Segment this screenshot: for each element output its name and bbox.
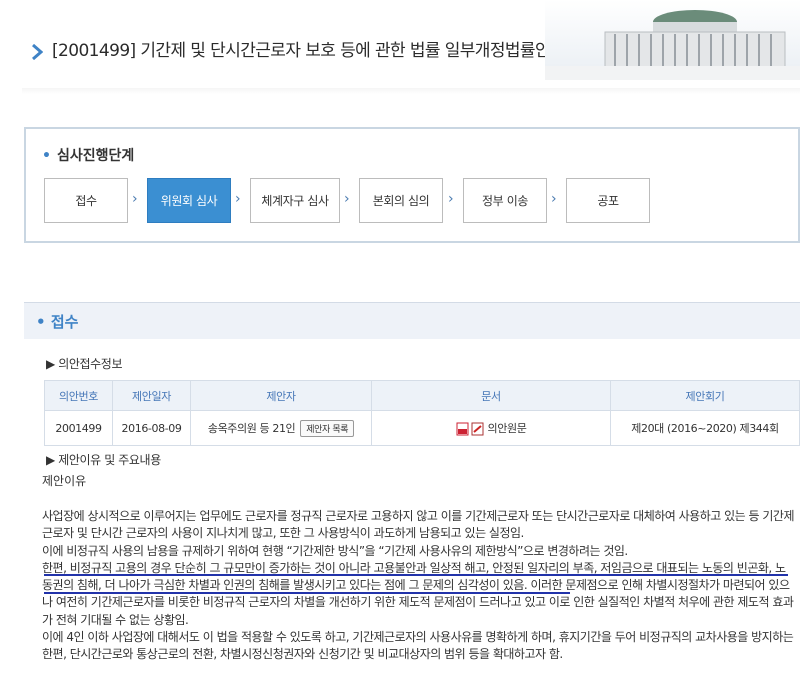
bill-info-table: 의안번호 제안일자 제안자 문서 제안회기 2001499 2016-08-09… [44, 380, 800, 446]
bullet-icon: • [42, 148, 51, 164]
column-header: 의안번호 [44, 380, 113, 411]
step-label: 위원회 심사 [160, 194, 218, 208]
proposer-name: 송옥주의원 등 21인 [207, 421, 296, 435]
step-plenary[interactable]: 본회의 심의 [359, 178, 443, 223]
table-header-row: 의안번호 제안일자 제안자 문서 제안회기 [44, 380, 800, 411]
paragraph: 한편, 비정규직 고용의 경우 단순히 그 규모만이 증가하는 것이 아니라 고… [42, 560, 794, 627]
receipt-section-title: • 접수 [36, 311, 78, 332]
paragraph: 이에 4인 이하 사업장에 대해서도 이 법을 적용할 수 있도록 하고, 기간… [42, 630, 794, 662]
steps-title-text: 심사진행단계 [56, 148, 135, 164]
column-header: 문서 [371, 380, 611, 411]
chevron-right-icon [32, 44, 43, 60]
bill-original-link[interactable]: 의안원문 [488, 422, 527, 435]
bill-info-heading: ▶ 의안접수정보 [46, 357, 123, 371]
national-assembly-building-image [545, 0, 800, 80]
proposer-cell: 송옥주의원 등 21인 제안자 목록 [190, 410, 372, 446]
session-cell: 제20대 (2016~2020) 제344회 [610, 410, 800, 446]
chevron-right-icon: › [448, 191, 454, 207]
table-row: 2001499 2016-08-09 송옥주의원 등 21인 제안자 목록 의안원… [44, 410, 800, 446]
step-label: 공포 [597, 194, 619, 208]
highlight-underline [44, 592, 570, 594]
receipt-section-header: • 접수 [24, 302, 800, 339]
proposal-date: 2016-08-09 [112, 410, 191, 446]
chevron-right-icon: › [132, 191, 138, 207]
chevron-right-icon: › [344, 191, 350, 207]
proposal-reason-text: 사업장에 상시적으로 이루어지는 업무에도 근로자를 정규직 근로자로 고용하지… [42, 508, 795, 664]
header-divider [22, 88, 800, 94]
step-promulgation[interactable]: 공포 [566, 178, 650, 223]
reason-heading: ▶ 제안이유 및 주요내용 [46, 453, 161, 467]
document-cell: 의안원문 [371, 410, 611, 446]
receipt-section-title-text: 접수 [50, 313, 79, 331]
step-label: 본회의 심의 [372, 194, 430, 208]
step-government-transfer[interactable]: 정부 이송 [463, 178, 547, 223]
paragraph: 이에 비정규직 사용의 남용을 규제하기 위하여 현행 “기간제한 방식”을 “… [42, 543, 628, 558]
bullet-icon: • [36, 313, 46, 331]
page-header: [2001499] 기간제 및 단시간근로자 보호 등에 관한 법률 일부개정법… [0, 0, 800, 102]
column-header: 제안회기 [610, 380, 800, 411]
progress-steps-panel: • 심사진행단계 접수 › 위원회 심사 › 체계자구 심사 › 본회의 심의 ›… [24, 127, 800, 243]
paragraph: 사업장에 상시적으로 이루어지는 업무에도 근로자를 정규직 근로자로 고용하지… [42, 509, 795, 541]
reason-subtitle: 제안이유 [42, 474, 87, 488]
step-label: 체계자구 심사 [261, 194, 329, 208]
column-header: 제안일자 [112, 380, 191, 411]
highlight-underline [44, 574, 788, 576]
chevron-right-icon: › [551, 191, 557, 207]
step-legal-review[interactable]: 체계자구 심사 [250, 178, 340, 223]
bill-number: 2001499 [44, 410, 113, 446]
step-label: 접수 [75, 194, 97, 208]
proposer-list-button[interactable]: 제안자 목록 [300, 419, 355, 437]
step-receipt[interactable]: 접수 [44, 178, 128, 223]
hwp-pdf-file-icon[interactable] [456, 422, 486, 436]
step-label: 정부 이송 [482, 194, 528, 208]
step-committee-review[interactable]: 위원회 심사 [147, 178, 231, 223]
column-header: 제안자 [190, 380, 372, 411]
chevron-right-icon: › [235, 191, 241, 207]
steps-title: • 심사진행단계 [42, 145, 134, 165]
